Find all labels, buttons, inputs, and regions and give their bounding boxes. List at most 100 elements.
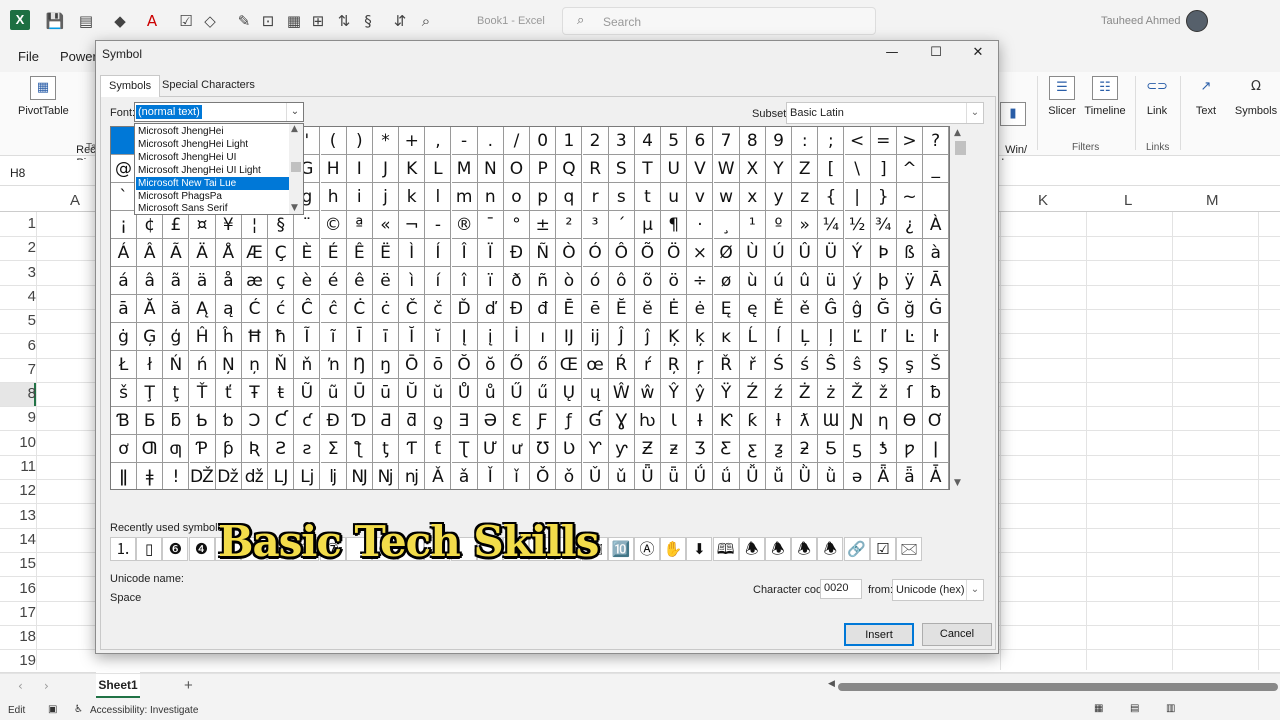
symbol-cell[interactable]: ]	[870, 155, 897, 183]
font-combo[interactable]: (normal text) ⌄	[134, 102, 304, 122]
symbol-cell[interactable]: ǋ	[373, 463, 399, 489]
symbol-cell[interactable]: r	[582, 183, 609, 211]
symbol-cell[interactable]: U	[661, 155, 688, 183]
symbol-cell[interactable]: ƾ	[870, 435, 897, 463]
symbol-cell[interactable]: ¯	[477, 211, 504, 239]
hscroll-left-icon[interactable]: ◀	[828, 679, 835, 689]
column-header-l[interactable]: L	[1124, 192, 1132, 209]
symbol-cell[interactable]: ŗ	[687, 351, 714, 379]
symbol-cell[interactable]: Ũ	[294, 379, 321, 407]
symbol-cell[interactable]: H	[320, 155, 347, 183]
symbol-cell[interactable]: į	[477, 323, 504, 351]
symbol-cell[interactable]: Ƥ	[189, 435, 216, 463]
symbol-cell[interactable]: Ű	[504, 379, 530, 407]
symbol-cell[interactable]: Ǌ	[347, 463, 373, 489]
symbol-cell[interactable]: Ň	[268, 351, 295, 379]
symbol-cell[interactable]: Ń	[163, 351, 190, 379]
symbol-cell[interactable]: ƭ	[425, 435, 452, 463]
symbol-cell[interactable]: [	[818, 155, 845, 183]
symbol-cell[interactable]: «	[373, 211, 399, 239]
cells-icon[interactable]: ▦	[284, 11, 304, 31]
symbol-cell[interactable]: O	[504, 155, 530, 183]
symbol-cell[interactable]: ì	[399, 267, 426, 295]
symbol-cell[interactable]: Î	[451, 239, 478, 267]
from-combo[interactable]: Unicode (hex) ⌄	[892, 579, 984, 601]
form-icon[interactable]: ☑	[176, 11, 196, 31]
symbol-cell[interactable]: ½	[844, 211, 871, 239]
symbol-cell[interactable]: w	[713, 183, 740, 211]
symbol-cell[interactable]: *	[373, 127, 399, 155]
symbol-cell[interactable]: Ÿ	[713, 379, 740, 407]
slicer-button[interactable]: ☰ Slicer	[1044, 76, 1080, 118]
symbol-cell[interactable]: 7	[713, 127, 740, 155]
symbol-cell[interactable]: ă	[163, 295, 190, 323]
symbol-cell[interactable]: İ	[504, 323, 530, 351]
recent-symbol[interactable]: ❻	[162, 537, 189, 561]
symbol-cell[interactable]: Ǖ	[635, 463, 661, 489]
scroll-down-icon[interactable]: ▼	[291, 203, 298, 213]
symbol-cell[interactable]: Ī	[346, 323, 373, 351]
font-option[interactable]: Microsoft JhengHei	[136, 125, 289, 138]
symbol-cell[interactable]: j	[373, 183, 399, 211]
symbol-cell[interactable]: Ƣ	[137, 435, 164, 463]
symbol-cell[interactable]: ư	[504, 435, 530, 463]
symbol-cell[interactable]: Ǒ	[530, 463, 557, 489]
symbol-cell[interactable]: ´	[608, 211, 635, 239]
recent-symbol[interactable]: 🕭	[765, 537, 791, 561]
symbol-cell[interactable]: ƀ	[923, 379, 949, 407]
symbol-cell[interactable]: ǉ	[321, 463, 347, 489]
symbol-cell[interactable]: }	[870, 183, 897, 211]
column-header-k[interactable]: K	[1038, 192, 1048, 209]
symbol-cell[interactable]: Ê	[346, 239, 373, 267]
symbol-cell[interactable]: \	[844, 155, 871, 183]
symbol-cell[interactable]: z	[792, 183, 819, 211]
row-header[interactable]: 1	[0, 215, 36, 232]
symbol-cell[interactable]: k	[399, 183, 426, 211]
symbol-cell[interactable]: ō	[425, 351, 452, 379]
symbol-cell[interactable]: ¶	[661, 211, 688, 239]
symbol-cell[interactable]: <	[844, 127, 871, 155]
add-sheet-button[interactable]: +	[184, 677, 193, 694]
symbol-cell[interactable]: Ů	[451, 379, 478, 407]
symbol-cell[interactable]: ã	[163, 267, 190, 295]
symbol-cell[interactable]: ě	[792, 295, 819, 323]
symbol-cell[interactable]: ŉ	[320, 351, 347, 379]
symbol-cell[interactable]: ª	[346, 211, 373, 239]
symbol-cell[interactable]: |	[844, 183, 871, 211]
symbol-cell[interactable]: Ó	[582, 239, 609, 267]
symbol-cell[interactable]: Ǐ	[478, 463, 504, 489]
symbol-cell[interactable]: Ơ	[923, 407, 949, 435]
symbol-cell[interactable]: ŵ	[635, 379, 661, 407]
symbol-cell[interactable]: -	[425, 211, 452, 239]
symbol-cell[interactable]: )	[346, 127, 373, 155]
symbol-cell[interactable]: Ĉ	[294, 295, 321, 323]
symbol-cell[interactable]: ǃ	[163, 463, 190, 489]
symbol-cell[interactable]: Ǝ	[451, 407, 478, 435]
symbol-cell[interactable]: ā	[111, 295, 137, 323]
symbol-cell[interactable]: ċ	[373, 295, 399, 323]
horizontal-scrollbar[interactable]	[838, 683, 1278, 691]
symbol-cell[interactable]: ±	[530, 211, 557, 239]
symbol-cell[interactable]: ı	[530, 323, 557, 351]
symbol-cell[interactable]: Š	[923, 351, 949, 379]
symbol-cell[interactable]: Ė	[661, 295, 688, 323]
symbol-cell[interactable]: Ĥ	[189, 323, 216, 351]
symbol-cell[interactable]: Ŷ	[661, 379, 688, 407]
symbol-cell[interactable]: Ĝ	[818, 295, 845, 323]
symbol-cell[interactable]: =	[870, 127, 897, 155]
symbol-cell[interactable]: T	[635, 155, 661, 183]
text-box-icon[interactable]: ⊡	[258, 11, 278, 31]
symbol-cell[interactable]: ƕ	[635, 407, 661, 435]
symbol-cell[interactable]: Č	[399, 295, 426, 323]
symbol-cell[interactable]: ǀ	[923, 435, 949, 463]
user-name[interactable]: Tauheed Ahmed	[1101, 15, 1181, 27]
symbol-cell[interactable]: Y	[766, 155, 792, 183]
symbol-cell[interactable]: ä	[189, 267, 216, 295]
symbol-cell[interactable]: Ĕ	[608, 295, 635, 323]
symbol-cell[interactable]: ģ	[163, 323, 190, 351]
symbol-cell[interactable]: ř	[739, 351, 766, 379]
symbol-cell[interactable]: ·	[687, 211, 714, 239]
symbol-cell[interactable]: ƻ	[792, 435, 819, 463]
link-button[interactable]: ⊂⊃ Link	[1142, 76, 1172, 118]
symbol-cell[interactable]: ƛ	[792, 407, 819, 435]
